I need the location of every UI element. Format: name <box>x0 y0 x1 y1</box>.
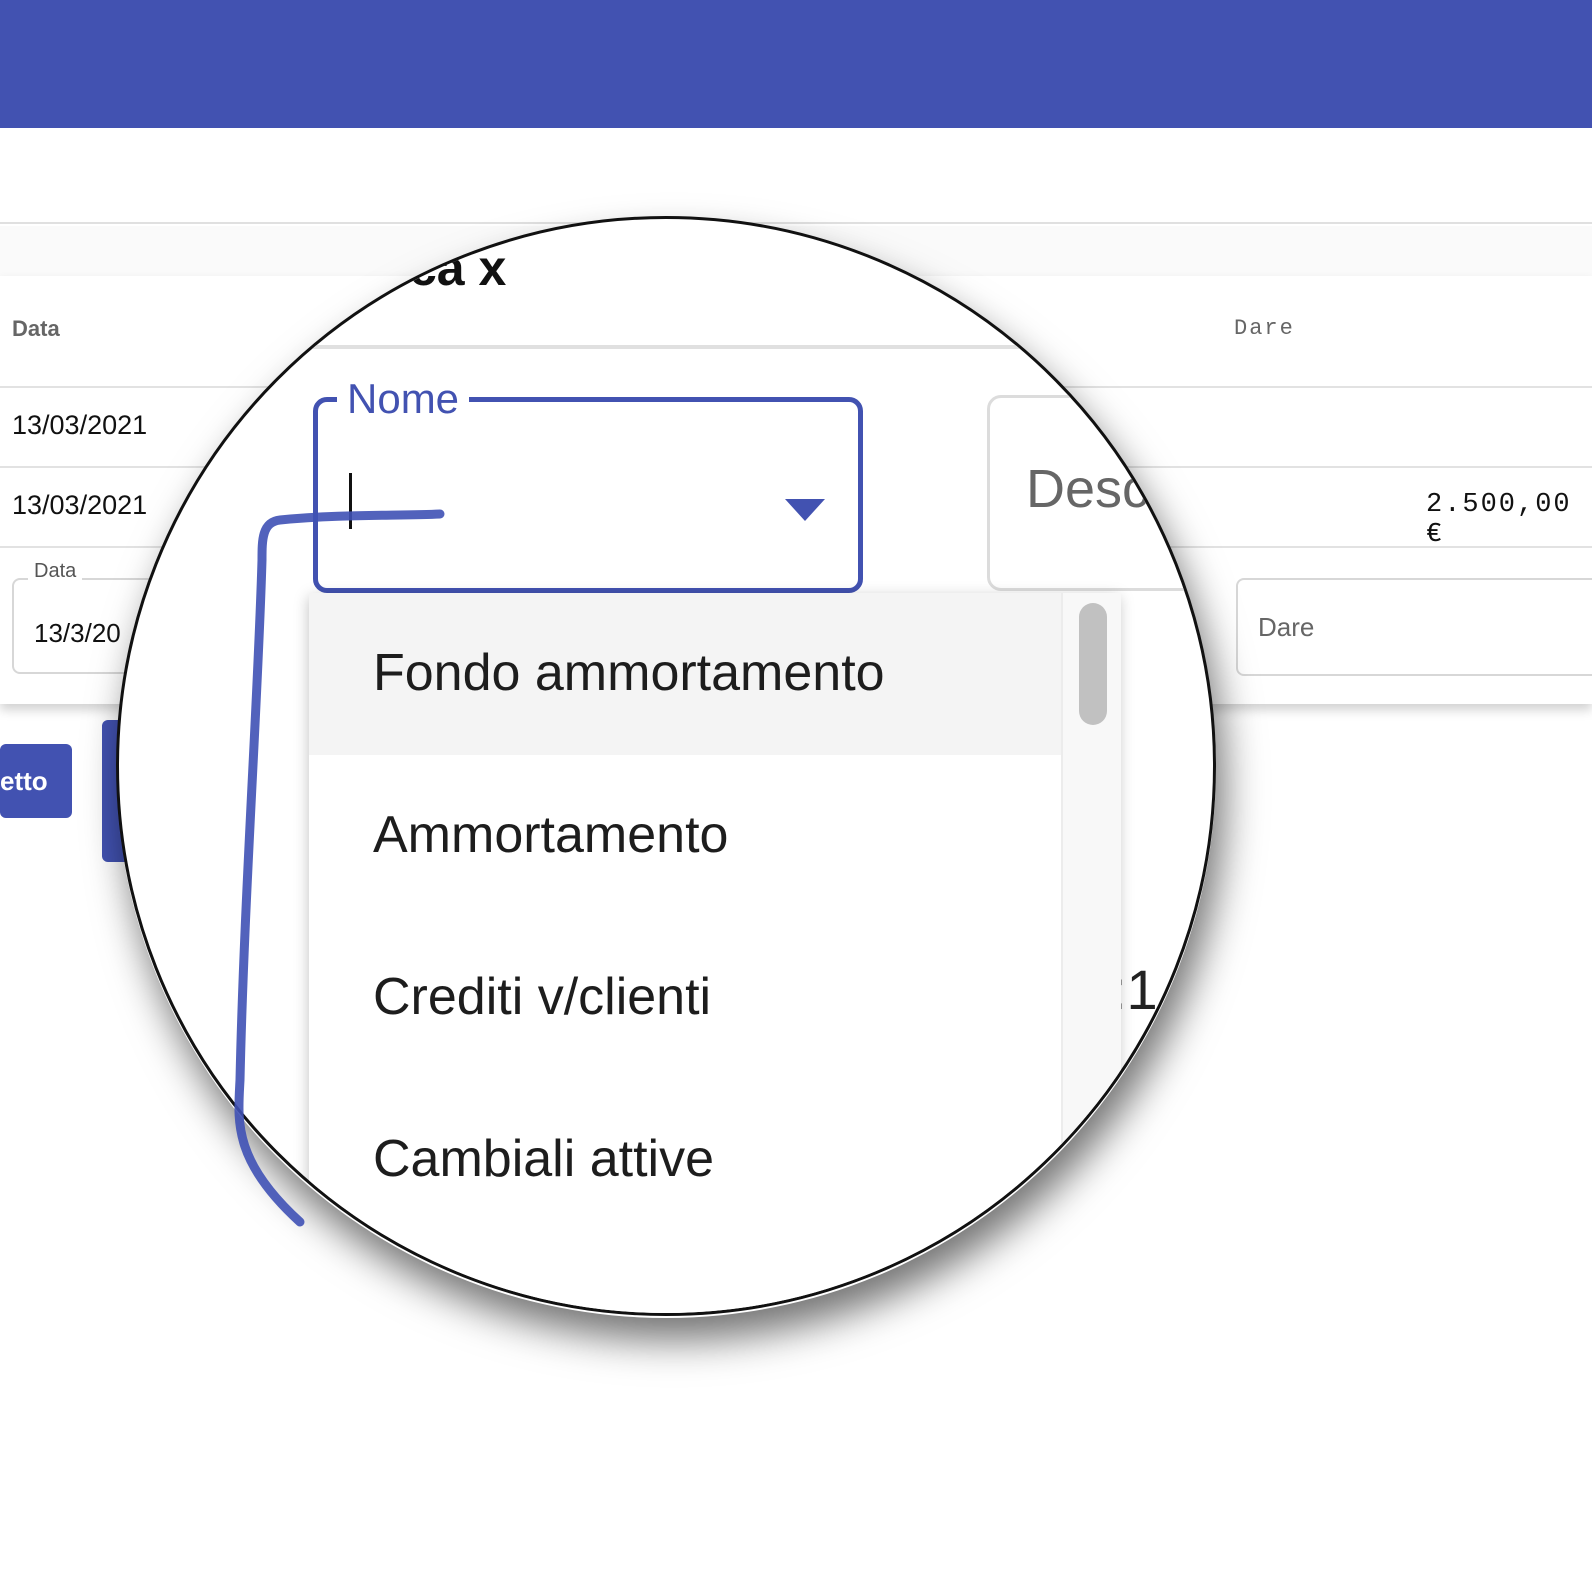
hand-drawn-arrow-icon <box>234 509 445 1227</box>
